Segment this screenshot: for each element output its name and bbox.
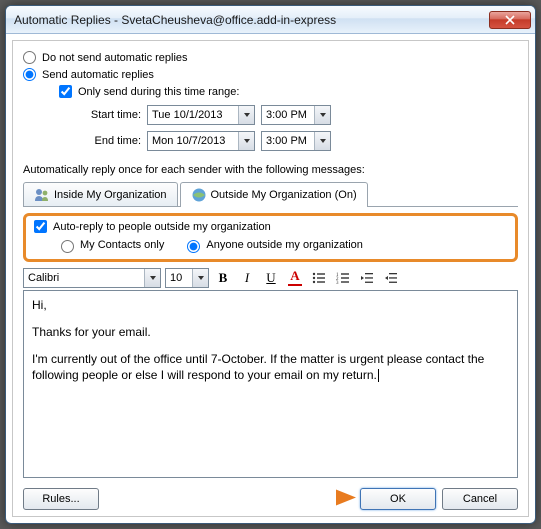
chevron-down-icon: [243, 137, 251, 145]
only-range-label: Only send during this time range:: [78, 86, 239, 98]
send-radio-input[interactable]: [23, 68, 36, 81]
automatic-replies-dialog: Automatic Replies - SvetaCheusheva@offic…: [5, 5, 536, 524]
anyone-outside-label: Anyone outside my organization: [206, 239, 363, 251]
tab-inside[interactable]: Inside My Organization: [23, 182, 178, 207]
start-time-label: Start time:: [77, 109, 141, 121]
contacts-only-radio-input[interactable]: [61, 240, 74, 253]
only-range-check[interactable]: Only send during this time range:: [59, 85, 518, 98]
text-caret: [378, 369, 379, 382]
cancel-button[interactable]: Cancel: [442, 488, 518, 510]
start-time-row: Start time: Tue 10/1/2013 3:00 PM: [77, 105, 518, 125]
message-p2: Thanks for your email.: [32, 324, 509, 341]
auto-reply-outside-check-input[interactable]: [34, 220, 47, 233]
font-dropdown[interactable]: [144, 269, 160, 287]
start-time-dropdown[interactable]: [314, 106, 330, 124]
dialog-body: Do not send automatic replies Send autom…: [12, 40, 529, 517]
end-time-row: End time: Mon 10/7/2013 3:00 PM: [77, 131, 518, 151]
end-date-combo[interactable]: Mon 10/7/2013: [147, 131, 255, 151]
message-editor[interactable]: Hi, Thanks for your email. I'm currently…: [23, 290, 518, 478]
svg-text:3: 3: [336, 281, 339, 285]
tabs: Inside My Organization Outside My Organi…: [23, 182, 518, 207]
anyone-outside-radio-input[interactable]: [187, 240, 200, 253]
close-button[interactable]: [489, 11, 531, 29]
tab-outside-label: Outside My Organization (On): [211, 189, 357, 201]
outside-scope-row: My Contacts only Anyone outside my organ…: [56, 237, 507, 253]
end-date-dropdown[interactable]: [238, 132, 254, 150]
font-color-button[interactable]: A: [285, 268, 305, 288]
outdent-button[interactable]: [357, 268, 377, 288]
bullets-icon: [312, 271, 326, 285]
rules-button[interactable]: Rules...: [23, 488, 99, 510]
size-combo[interactable]: 10: [165, 268, 209, 288]
dont-send-label: Do not send automatic replies: [42, 52, 188, 64]
dont-send-radio-input[interactable]: [23, 51, 36, 64]
message-p1: Hi,: [32, 297, 509, 314]
arrow-icon: [208, 486, 358, 510]
font-combo[interactable]: Calibri: [23, 268, 161, 288]
bold-button[interactable]: B: [213, 268, 233, 288]
size-value: 10: [166, 272, 192, 284]
font-value: Calibri: [24, 272, 144, 284]
end-time-combo[interactable]: 3:00 PM: [261, 131, 331, 151]
only-range-check-input[interactable]: [59, 85, 72, 98]
ok-button[interactable]: OK: [360, 488, 436, 510]
start-date-value: Tue 10/1/2013: [148, 109, 238, 121]
message-p3: I'm currently out of the office until 7-…: [32, 351, 509, 385]
indent-icon: [384, 271, 398, 285]
start-date-combo[interactable]: Tue 10/1/2013: [147, 105, 255, 125]
titlebar[interactable]: Automatic Replies - SvetaCheusheva@offic…: [6, 6, 535, 34]
end-time-value: 3:00 PM: [262, 135, 314, 147]
contacts-only-radio[interactable]: My Contacts only: [56, 237, 164, 253]
indent-button[interactable]: [381, 268, 401, 288]
start-time-combo[interactable]: 3:00 PM: [261, 105, 331, 125]
send-radio[interactable]: Send automatic replies: [23, 68, 518, 81]
numbering-button[interactable]: 123: [333, 268, 353, 288]
chevron-down-icon: [197, 274, 205, 282]
chevron-down-icon: [243, 111, 251, 119]
outdent-icon: [360, 271, 374, 285]
chevron-down-icon: [319, 137, 327, 145]
section-text: Automatically reply once for each sender…: [23, 164, 518, 176]
globe-icon: [191, 187, 207, 203]
arrow-annotation: [208, 486, 358, 513]
window-title: Automatic Replies - SvetaCheusheva@offic…: [14, 13, 489, 27]
dont-send-radio[interactable]: Do not send automatic replies: [23, 51, 518, 64]
bullets-button[interactable]: [309, 268, 329, 288]
numbering-icon: 123: [336, 271, 350, 285]
anyone-outside-radio[interactable]: Anyone outside my organization: [182, 237, 363, 253]
button-row: Rules... OK Cancel: [23, 484, 518, 510]
chevron-down-icon: [319, 111, 327, 119]
close-icon: [505, 15, 515, 25]
tab-inside-label: Inside My Organization: [54, 189, 167, 201]
auto-reply-outside-check[interactable]: Auto-reply to people outside my organiza…: [34, 220, 507, 233]
format-toolbar: Calibri 10 B I U A 123: [23, 268, 518, 288]
size-dropdown[interactable]: [192, 269, 208, 287]
underline-button[interactable]: U: [261, 268, 281, 288]
end-time-label: End time:: [77, 135, 141, 147]
start-time-value: 3:00 PM: [262, 109, 314, 121]
contacts-only-label: My Contacts only: [80, 239, 164, 251]
start-date-dropdown[interactable]: [238, 106, 254, 124]
tab-outside[interactable]: Outside My Organization (On): [180, 182, 368, 207]
chevron-down-icon: [149, 274, 157, 282]
end-time-dropdown[interactable]: [314, 132, 330, 150]
auto-reply-outside-label: Auto-reply to people outside my organiza…: [53, 221, 271, 233]
outside-options-highlight: Auto-reply to people outside my organiza…: [23, 213, 518, 262]
people-icon: [34, 187, 50, 203]
italic-button[interactable]: I: [237, 268, 257, 288]
end-date-value: Mon 10/7/2013: [148, 135, 238, 147]
send-label: Send automatic replies: [42, 69, 154, 81]
